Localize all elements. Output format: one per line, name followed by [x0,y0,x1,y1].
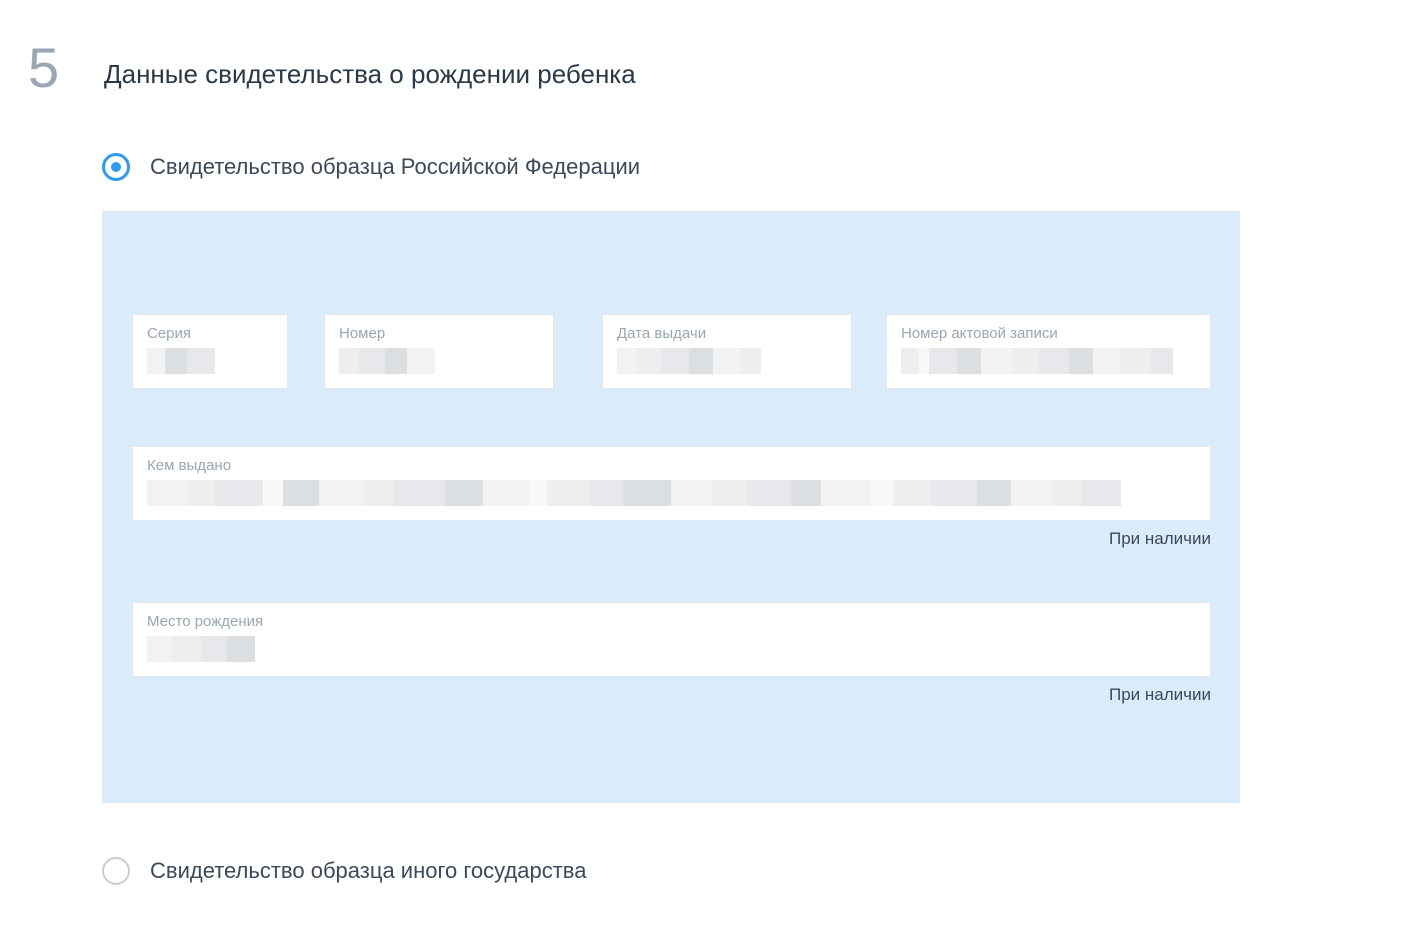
radio-checked-icon [102,153,130,181]
record-number-label: Номер актовой записи [901,325,1196,342]
panel-arrow-icon [207,199,231,211]
radio-unchecked-icon [102,857,130,885]
number-field[interactable]: Номер [324,314,554,389]
issued-by-label: Кем выдано [147,457,1196,474]
birth-place-label: Место рождения [147,613,1196,630]
issue-date-value [617,348,837,376]
series-value [147,348,273,376]
section-title: Данные свидетельства о рождении ребенка [104,59,636,90]
series-label: Серия [147,325,273,342]
form-panel: Серия Номер Дата выдачи Номер актовой за… [102,211,1240,803]
issued-by-field[interactable]: Кем выдано [132,446,1211,521]
birth-place-field[interactable]: Место рождения [132,602,1211,677]
record-number-value [901,348,1196,376]
number-label: Номер [339,325,539,342]
issue-date-field[interactable]: Дата выдачи [602,314,852,389]
issue-date-label: Дата выдачи [617,325,837,342]
series-field[interactable]: Серия [132,314,288,389]
radio-option-foreign[interactable]: Свидетельство образца иного государства [102,857,586,885]
birth-place-value [147,636,1196,664]
record-number-field[interactable]: Номер актовой записи [886,314,1211,389]
radio-option-rf[interactable]: Свидетельство образца Российской Федерац… [102,153,640,181]
radio-label-rf: Свидетельство образца Российской Федерац… [150,154,640,180]
issued-by-help: При наличии [132,529,1211,549]
birth-place-help: При наличии [132,685,1211,705]
issued-by-value [147,480,1196,508]
number-value [339,348,539,376]
radio-label-foreign: Свидетельство образца иного государства [150,858,586,884]
step-number: 5 [28,40,59,96]
